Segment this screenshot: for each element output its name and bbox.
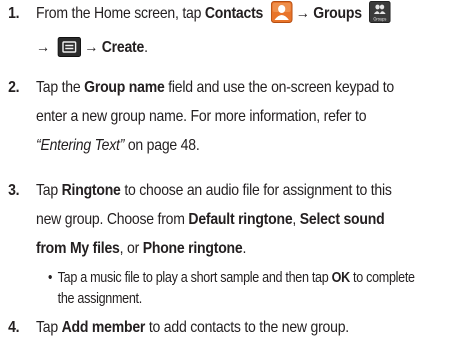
step-4-line-1: Tap Add member to add contacts to the ne… (36, 319, 349, 336)
step-number: 4. (8, 319, 20, 336)
step-number: 2. (8, 79, 20, 96)
step-3-line-1: Tap Ringtone to choose an audio file for… (36, 182, 392, 199)
contacts-icon (270, 1, 293, 33)
menu-key-icon (57, 37, 81, 67)
groups-label: Groups (313, 5, 362, 22)
step-3-line-2: new group. Choose from Default ringtone,… (36, 211, 385, 228)
step-1-line-1: From the Home screen, tap Contacts → Gro… (0, 0, 423, 33)
groups-icon: Groups (369, 1, 391, 33)
step-3: 3. Tap Ringtone to choose an audio file … (0, 176, 423, 263)
bullet-dot: • (48, 270, 53, 286)
svg-text:Groups: Groups (374, 16, 387, 21)
step-2: 2. Tap the Group name field and use the … (0, 73, 423, 160)
step-2-line-1: Tap the Group name field and use the on-… (36, 79, 394, 96)
step-2-line-3: “Entering Text” on page 48. (36, 137, 200, 154)
step-1-line-2: → → Create. (0, 33, 423, 67)
step-1: 1. From the Home screen, tap Contacts → … (0, 0, 423, 67)
bullet-line-2: the assignment. (57, 291, 143, 307)
cross-reference: “Entering Text” (36, 137, 125, 154)
instruction-page: 1. From the Home screen, tap Contacts → … (0, 0, 472, 340)
create-label: Create (101, 39, 145, 56)
bullet-line-1: Tap a music file to play a short sample … (57, 270, 415, 286)
contacts-label: Contacts (204, 5, 264, 22)
step-number: 3. (8, 182, 20, 199)
step-3-line-3: from My files, or Phone ringtone. (36, 240, 247, 257)
step-3-bullet: • Tap a music file to play a short sampl… (48, 268, 415, 310)
step-2-line-2: enter a new group name. For more informa… (36, 108, 367, 125)
step-number: 1. (8, 5, 20, 22)
step-4: 4. Tap Add member to add contacts to the… (0, 313, 423, 342)
